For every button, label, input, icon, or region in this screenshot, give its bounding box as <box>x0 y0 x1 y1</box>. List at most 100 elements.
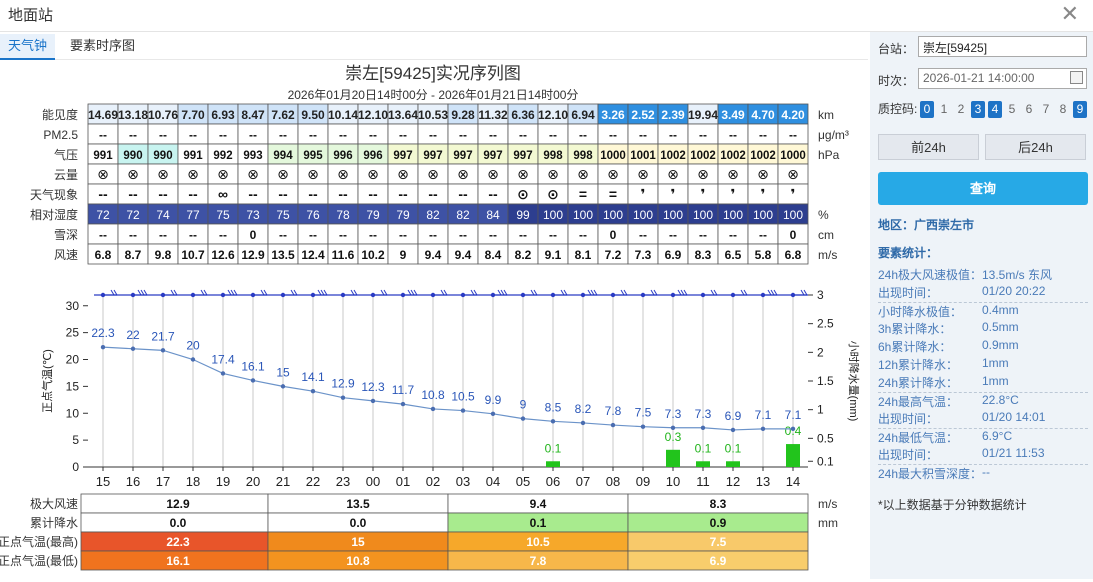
stat-row: 出现时间： 01/20 20:22 <box>878 284 1088 302</box>
cell-text-weather: -- <box>338 186 348 202</box>
time-value: 2026-01-21 14:00:00 <box>923 71 1035 85</box>
summary-cell-text: 10.8 <box>346 554 370 568</box>
stat-key: 出现时间： <box>878 286 939 300</box>
cell-text-pressure: 992 <box>213 150 232 162</box>
wind-barb-feather <box>413 289 418 296</box>
qc-code-9[interactable]: 9 <box>1073 101 1087 118</box>
chart-subtitle: 2026年01月20日14时00分 - 2026年01月21日14时00分 <box>288 88 579 102</box>
stat-row: 24h累计降水： 1mm <box>878 374 1088 392</box>
cell-text-snow: -- <box>129 228 137 242</box>
temperature-point <box>490 411 496 416</box>
cell-text-pm25: -- <box>549 128 557 142</box>
qc-code-4[interactable]: 4 <box>988 101 1002 118</box>
x-tick-label: 10 <box>666 474 680 489</box>
qc-code-6[interactable]: 6 <box>1022 101 1036 118</box>
calendar-icon[interactable] <box>1070 71 1083 84</box>
row-unit-snow: cm <box>818 228 834 242</box>
wind-barb-feather <box>773 289 778 296</box>
wind-barb-feather <box>620 289 625 296</box>
stat-key: 24h极大风速极值： <box>878 268 983 282</box>
x-tick-label: 06 <box>546 474 560 489</box>
temperature-point <box>280 384 286 389</box>
cell-text-pressure: 997 <box>393 150 412 162</box>
temperature-point <box>700 425 706 430</box>
qc-code-7[interactable]: 7 <box>1039 101 1053 118</box>
row-label-pressure: 气压 <box>54 147 78 162</box>
stat-value: 13.5m/s 东风 <box>982 268 1053 282</box>
cell-text-wind: 9.8 <box>155 248 172 262</box>
wind-barb-feather <box>680 289 685 296</box>
qc-code-5[interactable]: 5 <box>1005 101 1019 118</box>
cell-text-pressure: 1001 <box>630 150 656 162</box>
row-label-visibility: 能见度 <box>42 107 78 122</box>
cell-text-pm25: -- <box>399 128 407 142</box>
qc-code-3[interactable]: 3 <box>971 101 985 118</box>
temperature-point <box>790 426 796 432</box>
cell-text-wind: 6.9 <box>665 248 682 262</box>
cell-text-weather: -- <box>98 186 108 202</box>
temperature-point <box>610 422 616 428</box>
tab-weather-clock[interactable]: 天气钟 <box>0 34 56 60</box>
qc-code-8[interactable]: 8 <box>1056 101 1070 118</box>
x-tick-label: 21 <box>276 474 290 489</box>
row-label-cloud: 云量 <box>54 168 78 182</box>
cell-text-visibility: 19.94 <box>688 108 718 122</box>
cell-text-snow: -- <box>459 228 467 242</box>
next-24h-button[interactable]: 后24h <box>985 134 1086 160</box>
close-icon[interactable]: ✕ <box>1061 3 1079 25</box>
temperature-point <box>160 348 166 353</box>
tab-element-timeseries[interactable]: 要素时序图 <box>62 34 143 60</box>
cell-text-cloud: ⊗ <box>187 166 199 182</box>
query-button[interactable]: 查询 <box>878 172 1088 205</box>
cell-text-weather: ❜ <box>701 186 706 202</box>
temperature-label: 12.9 <box>331 377 355 391</box>
row-label-rh: 相对湿度 <box>30 207 78 222</box>
cell-text-visibility: 10.53 <box>418 108 448 122</box>
wind-barb-feather <box>227 289 232 296</box>
time-label: 时次： <box>878 74 915 88</box>
wind-barb-feather <box>683 289 688 296</box>
wind-barb-feather <box>533 289 538 296</box>
temperature-point <box>340 395 346 400</box>
cell-text-snow: 0 <box>790 228 797 242</box>
qc-code-2[interactable]: 2 <box>954 101 968 118</box>
wind-barb-feather <box>260 289 265 296</box>
time-input[interactable]: 2026-01-21 14:00:00 <box>918 68 1087 89</box>
cell-text-rh: 82 <box>456 208 470 222</box>
cell-text-pm25: -- <box>219 128 227 142</box>
cell-text-visibility: 13.18 <box>118 108 148 122</box>
y-left-tick-label: 30 <box>66 299 80 313</box>
wind-barb-feather <box>650 289 655 296</box>
cell-text-pm25: -- <box>759 128 767 142</box>
x-tick-label: 19 <box>216 474 230 489</box>
temperature-label: 21.7 <box>151 329 175 343</box>
y-left-tick-label: 0 <box>72 460 79 474</box>
cell-text-wind: 12.4 <box>301 248 325 262</box>
cell-text-weather: -- <box>398 186 408 202</box>
qc-code-1[interactable]: 1 <box>937 101 951 118</box>
stat-key: 小时降水极值： <box>878 305 963 319</box>
cell-text-cloud: ⊗ <box>97 166 109 182</box>
wind-barb-feather <box>233 289 238 296</box>
stat-row: 6h累计降水： 0.9mm <box>878 338 1088 356</box>
summary-cell-text: 8.3 <box>710 497 727 511</box>
cell-text-pressure: 995 <box>303 150 323 162</box>
cell-text-pressure: 997 <box>423 150 442 162</box>
cell-text-pressure: 993 <box>243 150 262 162</box>
stat-key: 出现时间： <box>878 412 939 426</box>
wind-barb-feather <box>677 289 682 296</box>
summary-cell-text: 15 <box>351 535 365 549</box>
cell-text-wind: 12.6 <box>211 248 235 262</box>
cell-text-wind: 11.6 <box>332 248 355 262</box>
cell-text-rh: 72 <box>96 208 110 222</box>
chart-title: 崇左[59425]实况序列图 <box>345 64 521 83</box>
cell-text-visibility: 4.70 <box>751 108 775 122</box>
cell-text-snow: -- <box>759 228 767 242</box>
timeseries-chart: 崇左[59425]实况序列图 2026年01月20日14时00分 - 2026年0… <box>0 64 861 571</box>
qc-code-0[interactable]: 0 <box>920 101 934 118</box>
prev-24h-button[interactable]: 前24h <box>878 134 979 160</box>
cell-text-visibility: 9.28 <box>451 108 475 122</box>
station-input[interactable]: 崇左[59425] <box>918 36 1087 57</box>
precip-bar <box>726 461 740 467</box>
precip-bar-label: 0.4 <box>785 424 802 438</box>
